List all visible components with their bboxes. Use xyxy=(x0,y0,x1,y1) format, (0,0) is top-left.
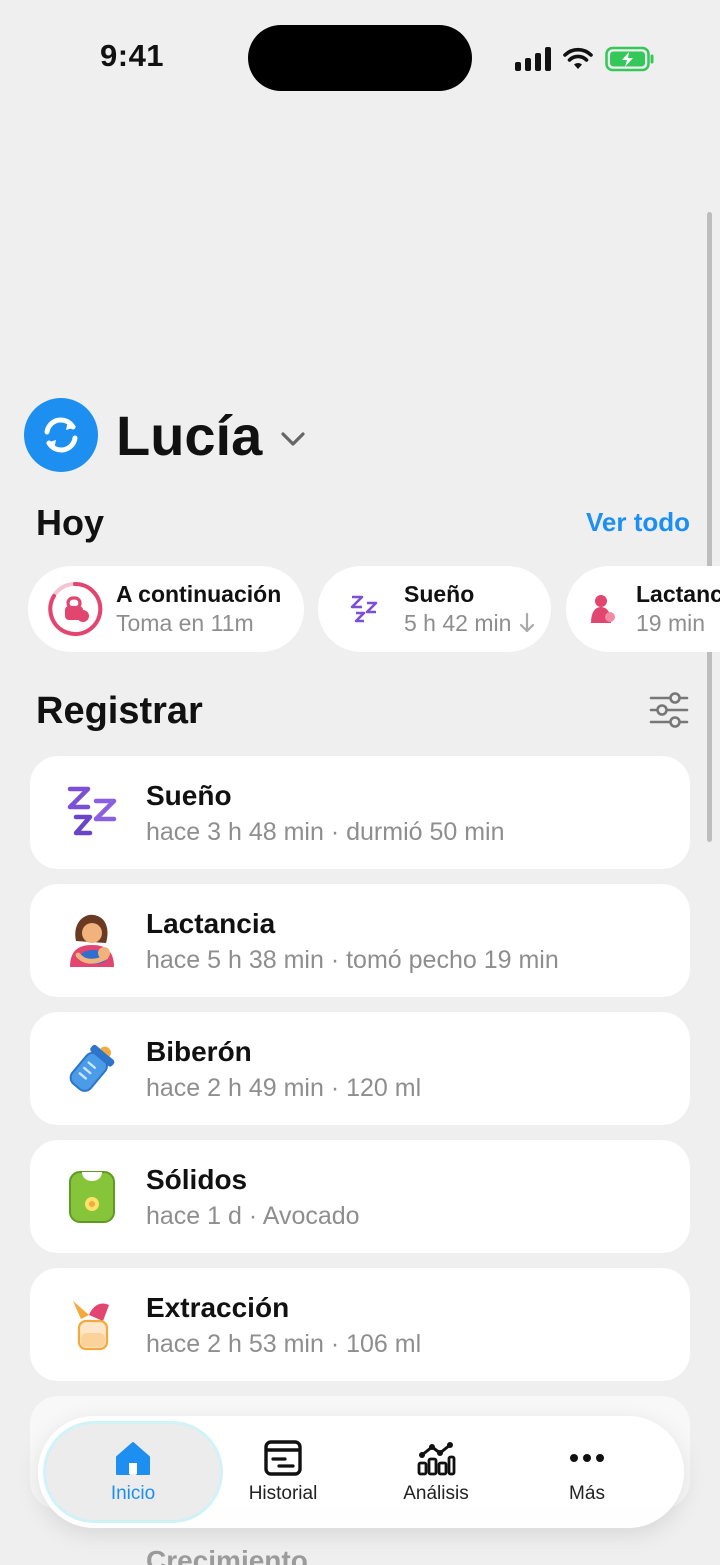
tab-home[interactable]: Inicio xyxy=(58,1416,208,1528)
tab-analysis[interactable]: Análisis xyxy=(361,1416,511,1528)
item-title: Extracción xyxy=(146,1292,290,1323)
sleep-zzz-icon xyxy=(336,580,394,638)
chip-breastfeeding[interactable]: Lactancia 19 min xyxy=(566,566,720,652)
register-item-bottle[interactable]: Biberón hace 2 h 49 min · 120 ml xyxy=(30,1012,690,1125)
chip-subtitle: 5 h 42 min xyxy=(404,608,535,638)
chip-subtitle: Toma en 11m xyxy=(116,610,254,636)
tab-label: Análisis xyxy=(403,1483,469,1504)
customize-sliders-icon[interactable] xyxy=(648,690,690,730)
tab-more[interactable]: Más xyxy=(512,1416,662,1528)
item-title: Biberón xyxy=(146,1036,252,1067)
register-item-sleep[interactable]: Sueño hace 3 h 48 min · durmió 50 min xyxy=(30,756,690,869)
profile-name[interactable]: Lucía xyxy=(116,403,262,468)
breast-pump-icon xyxy=(62,1294,122,1354)
item-subtitle: hace 5 h 38 min · tomó pecho 19 min xyxy=(146,946,559,974)
today-chips-carousel[interactable]: A continuación Toma en 11m Sueño 5 h 42 … xyxy=(28,566,720,652)
wifi-icon xyxy=(563,47,593,69)
item-subtitle: hace 1 d · Avocado xyxy=(146,1202,360,1230)
today-section-title: Hoy xyxy=(36,502,105,543)
chip-subtitle: 19 min xyxy=(636,610,706,636)
register-section-title: Registrar xyxy=(36,690,203,732)
baby-bottle-icon xyxy=(62,1038,122,1098)
item-subtitle: hace 3 h 48 min · durmió 50 min xyxy=(146,818,505,846)
register-item-breastfeeding[interactable]: Lactancia hace 5 h 38 min · tomó pecho 1… xyxy=(30,884,690,997)
chip-next-feeding[interactable]: A continuación Toma en 11m xyxy=(28,566,304,652)
item-title: Sólidos xyxy=(146,1164,248,1195)
tab-label: Historial xyxy=(248,1483,318,1504)
status-indicators xyxy=(515,40,655,78)
tab-bar: Inicio Historial Análisis Más xyxy=(38,1416,684,1528)
history-icon xyxy=(264,1440,302,1476)
switch-profile-icon xyxy=(44,417,78,453)
chip-title: Sueño xyxy=(404,581,475,607)
register-item-solids[interactable]: Sólidos hace 1 d · Avocado xyxy=(30,1140,690,1253)
item-subtitle: hace 2 h 53 min · 106 ml xyxy=(146,1330,422,1358)
item-subtitle: hace 2 h 49 min · 120 ml xyxy=(146,1074,422,1102)
chip-title: Lactancia xyxy=(636,581,720,607)
battery-charging-icon xyxy=(605,46,654,72)
breastfeeding-icon xyxy=(584,580,624,638)
sleep-zzz-icon xyxy=(62,782,122,842)
item-title: Sueño xyxy=(146,780,232,811)
partial-item-title: Crecimiento xyxy=(146,1545,308,1565)
status-time: 9:41 xyxy=(100,38,165,73)
view-all-link[interactable]: Ver todo xyxy=(586,507,690,538)
more-icon xyxy=(570,1454,604,1462)
bottle-timer-icon xyxy=(46,580,104,638)
home-icon xyxy=(116,1442,150,1475)
item-title: Lactancia xyxy=(146,908,276,939)
scrollbar[interactable] xyxy=(707,212,712,842)
register-item-pumping[interactable]: Extracción hace 2 h 53 min · 106 ml xyxy=(30,1268,690,1381)
cellular-signal-icon xyxy=(515,47,551,71)
arrow-down-icon xyxy=(520,612,535,633)
chart-icon xyxy=(417,1442,456,1476)
profile-switcher[interactable]: Lucía xyxy=(24,398,306,472)
dynamic-island xyxy=(248,25,472,91)
tab-label: Más xyxy=(569,1483,605,1504)
bib-icon xyxy=(62,1166,122,1226)
chip-title: A continuación xyxy=(116,581,282,607)
tab-label: Inicio xyxy=(110,1483,156,1504)
chip-sleep[interactable]: Sueño 5 h 42 min xyxy=(318,566,551,652)
chevron-down-icon[interactable] xyxy=(280,431,306,447)
breastfeeding-icon xyxy=(62,910,122,970)
avatar[interactable] xyxy=(24,398,98,472)
tab-history[interactable]: Historial xyxy=(208,1416,358,1528)
